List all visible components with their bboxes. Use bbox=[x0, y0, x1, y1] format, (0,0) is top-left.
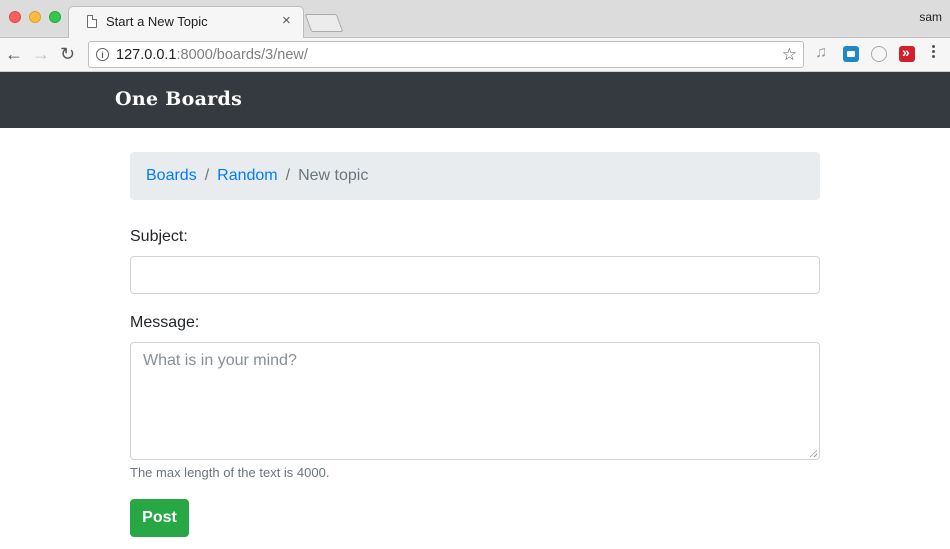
forward-icon[interactable]: → bbox=[32, 44, 50, 64]
music-extension-icon[interactable]: ♫ bbox=[815, 45, 831, 61]
menu-dots-icon[interactable] bbox=[932, 45, 936, 60]
reload-icon[interactable]: ↻ bbox=[60, 44, 75, 64]
breadcrumb-current: New topic bbox=[298, 167, 369, 184]
breadcrumb-random-link[interactable]: Random bbox=[217, 167, 277, 184]
fast-forward-extension-icon[interactable] bbox=[899, 44, 915, 62]
browser-tab-strip: Start a New Topic × sam bbox=[0, 0, 950, 39]
breadcrumb-separator: / bbox=[285, 167, 291, 184]
circle-extension-icon[interactable] bbox=[871, 46, 887, 62]
close-window-button[interactable] bbox=[9, 11, 21, 23]
camera-extension-icon[interactable] bbox=[843, 46, 859, 62]
subject-input[interactable] bbox=[130, 256, 820, 294]
new-tab-button[interactable] bbox=[304, 14, 344, 32]
back-icon[interactable]: ← bbox=[5, 44, 23, 64]
browser-toolbar: ← → ↻ i 127.0.0.1:8000/boards/3/new/ ☆ ♫ bbox=[0, 38, 950, 72]
maximize-window-button[interactable] bbox=[49, 11, 61, 23]
url-text[interactable]: 127.0.0.1:8000/boards/3/new/ bbox=[116, 47, 308, 63]
address-bar[interactable]: i 127.0.0.1:8000/boards/3/new/ ☆ bbox=[88, 41, 804, 68]
tab-title: Start a New Topic bbox=[106, 14, 208, 29]
minimize-window-button[interactable] bbox=[29, 11, 41, 23]
subject-label: Subject: bbox=[130, 228, 188, 245]
document-icon bbox=[87, 15, 97, 28]
url-path: :8000/boards/3/new/ bbox=[176, 47, 308, 63]
tab-close-icon[interactable]: × bbox=[282, 12, 291, 29]
breadcrumb-boards-link[interactable]: Boards bbox=[146, 167, 197, 184]
post-button[interactable]: Post bbox=[130, 499, 189, 537]
browser-tab[interactable]: Start a New Topic × bbox=[68, 6, 304, 39]
url-host: 127.0.0.1 bbox=[116, 47, 177, 63]
profile-name[interactable]: sam bbox=[919, 10, 942, 24]
breadcrumb-separator: / bbox=[204, 167, 210, 184]
info-icon[interactable]: i bbox=[96, 48, 109, 61]
resize-handle-icon[interactable] bbox=[809, 449, 817, 457]
help-text: The max length of the text is 4000. bbox=[130, 465, 330, 480]
star-icon[interactable]: ☆ bbox=[782, 45, 797, 65]
site-navbar: One Boards bbox=[0, 72, 950, 128]
breadcrumb: Boards / Random / New topic bbox=[130, 152, 820, 200]
message-label: Message: bbox=[130, 314, 200, 331]
message-textarea[interactable]: What is in your mind? bbox=[130, 342, 820, 460]
brand-logo[interactable]: One Boards bbox=[115, 88, 242, 110]
message-placeholder: What is in your mind? bbox=[143, 352, 297, 369]
